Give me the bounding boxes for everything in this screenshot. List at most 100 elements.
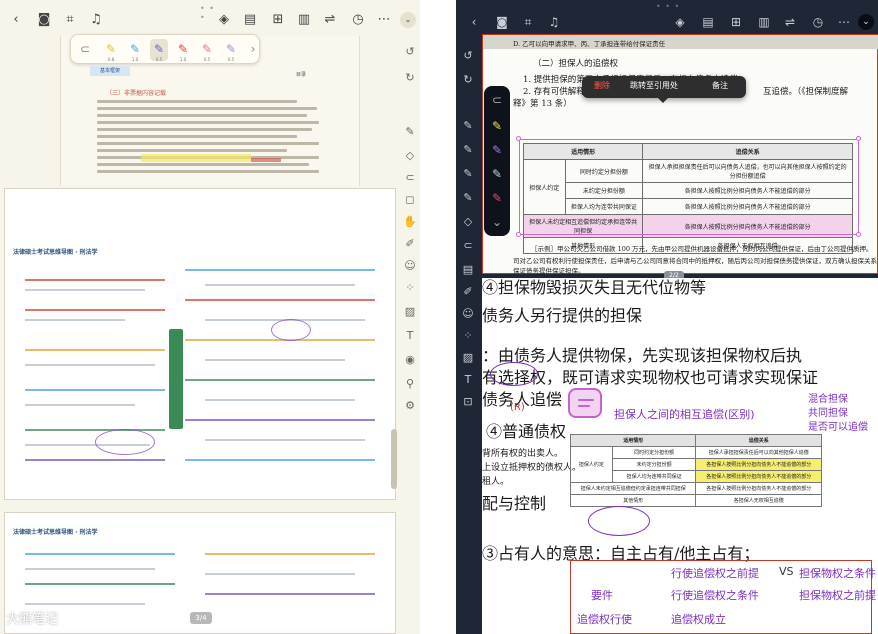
pen-icon[interactable]: ✎ bbox=[460, 190, 476, 206]
pen-lightblue-icon[interactable]: ✎ bbox=[489, 166, 505, 182]
mindmap-center-node bbox=[169, 329, 183, 429]
lasso-icon[interactable]: ⊂ bbox=[460, 238, 476, 254]
grid-icon[interactable]: ⊞ bbox=[728, 14, 744, 30]
selection-handle[interactable] bbox=[516, 232, 521, 237]
layers-icon[interactable]: ◈ bbox=[672, 14, 688, 30]
highlighter-icon[interactable]: ✐ bbox=[460, 284, 476, 300]
note-icon[interactable]: ▤ bbox=[700, 14, 716, 30]
split-icon[interactable]: ▥ bbox=[756, 14, 772, 30]
doc-heading: （三）非票据内容记载 bbox=[106, 90, 167, 97]
highlighter-yellow-icon[interactable]: ✎ bbox=[105, 41, 117, 57]
mindmap-page-1[interactable]: 法律硕士考试思维导图 · 刑法学 bbox=[4, 188, 397, 500]
right-app-pane: • • • ‹ ◙ ⌗ ♫ ◈ ▤ ⊞ ▥ ⇌ ◷ ⋯ ⌄ ↺ ↻ ✎ ✎ ✎ … bbox=[456, 0, 878, 634]
sliders-icon[interactable]: ⇌ bbox=[782, 14, 798, 30]
pen-size-label: 0.5 bbox=[155, 57, 163, 62]
highlighter-yellow-icon[interactable]: ✎ bbox=[489, 118, 505, 134]
context-menu: 删除 跳转至引用处 备注 bbox=[582, 76, 746, 103]
note-icon[interactable]: ▤ bbox=[242, 12, 258, 28]
pen-purple-icon[interactable]: ✎ bbox=[153, 41, 165, 57]
text-box-icon[interactable]: ⊡ bbox=[460, 394, 476, 410]
selection-box[interactable] bbox=[519, 139, 859, 235]
eraser-icon[interactable]: ◇ bbox=[460, 214, 476, 230]
pen-size-label: 0.5 bbox=[227, 57, 235, 62]
pen-icon[interactable]: ✎ bbox=[460, 118, 476, 134]
handwritten-comparison-box: 行使追偿权之前提 VS 担保物权之条件 要件 行使追偿权之条件 担保物权之前提 … bbox=[570, 560, 876, 634]
split-icon[interactable]: ▥ bbox=[296, 12, 312, 28]
redo-icon[interactable]: ↻ bbox=[402, 70, 418, 86]
table-header: 追偿关系 bbox=[695, 434, 822, 447]
redo-icon[interactable]: ↻ bbox=[460, 72, 476, 88]
chevron-right-icon[interactable]: › bbox=[247, 41, 259, 57]
notes-page[interactable]: ④担保物毁损灭失且无代位物等 债务人另行提供的担保 ：由债务人提供物保，先实现该… bbox=[482, 278, 878, 634]
text-icon[interactable]: T bbox=[460, 372, 476, 388]
chevron-down-icon[interactable]: ⌄ bbox=[489, 214, 505, 230]
upper-document-page[interactable]: D. 乙可以向甲请求甲、丙、丁承担连带给付保证责任 （二）担保人的追偿权 1. … bbox=[482, 34, 878, 275]
sliders-icon[interactable]: ⇌ bbox=[322, 12, 338, 28]
eraser-icon[interactable]: ◇ bbox=[402, 148, 418, 164]
more-icon[interactable]: ⋯ bbox=[376, 12, 392, 28]
more-icon[interactable]: ⋯ bbox=[836, 14, 852, 30]
layers-icon[interactable]: ◈ bbox=[216, 12, 232, 28]
note-text: 租人。 bbox=[482, 477, 510, 487]
crop-icon[interactable]: ⌗ bbox=[62, 12, 78, 28]
jump-to-reference-menu-item[interactable]: 跳转至引用处 bbox=[630, 80, 678, 91]
pen-red-icon[interactable]: ✎ bbox=[177, 41, 189, 57]
selection-handle[interactable] bbox=[856, 232, 861, 237]
avatar-icon[interactable]: ⌄ bbox=[400, 12, 416, 28]
timer-icon[interactable]: ◷ bbox=[350, 12, 366, 28]
timer-icon[interactable]: ◷ bbox=[810, 14, 826, 30]
hand-icon[interactable]: ✋ bbox=[402, 214, 418, 230]
pen-lavender-icon[interactable]: ✎ bbox=[225, 41, 237, 57]
mic-icon[interactable]: ♫ bbox=[88, 12, 104, 28]
audio-icon[interactable]: ◉ bbox=[402, 352, 418, 368]
note-icon[interactable]: ▤ bbox=[460, 262, 476, 278]
pasted-recourse-table[interactable]: 适用情形 追偿关系 担保人约定 同时约定分担份额 担保人承担担保责任后可以向其他… bbox=[569, 434, 822, 507]
chevron-left-icon[interactable]: ‹ bbox=[466, 14, 482, 30]
pen-icon[interactable]: ✎ bbox=[460, 166, 476, 182]
undo-icon[interactable]: ↺ bbox=[402, 44, 418, 60]
handwritten-note: 是否可以追偿 bbox=[808, 422, 868, 433]
avatar-icon[interactable]: ⌄ bbox=[858, 14, 874, 30]
text-icon[interactable]: T bbox=[402, 328, 418, 344]
doc-tab[interactable]: 基本框架 bbox=[90, 66, 130, 76]
chevron-left-icon[interactable]: ‹ bbox=[8, 12, 24, 28]
pen-pink-icon[interactable]: ✎ bbox=[201, 41, 213, 57]
undo-icon[interactable]: ↺ bbox=[460, 48, 476, 64]
lasso-icon[interactable]: ⊂ bbox=[79, 41, 91, 57]
note-icon[interactable] bbox=[568, 388, 602, 418]
grid-icon[interactable]: ⊞ bbox=[270, 12, 286, 28]
handwritten-note: 行使追偿权之前提 bbox=[671, 567, 759, 580]
sticker-icon[interactable]: ☺ bbox=[402, 258, 418, 274]
note-text: 背所有权的出卖人。 bbox=[482, 449, 564, 459]
pen-blue-icon[interactable]: ✎ bbox=[129, 41, 141, 57]
camera-icon[interactable]: ◙ bbox=[494, 14, 510, 30]
delete-menu-item[interactable]: 删除 bbox=[594, 80, 610, 91]
highlighter-icon[interactable]: ✐ bbox=[402, 236, 418, 252]
selection-handle[interactable] bbox=[856, 136, 861, 141]
link-icon[interactable]: ⚲ bbox=[402, 376, 418, 392]
scrollbar[interactable] bbox=[391, 429, 397, 489]
camera-icon[interactable]: ◙ bbox=[36, 12, 52, 28]
selection-handle[interactable] bbox=[516, 136, 521, 141]
lasso-icon[interactable]: ⊂ bbox=[402, 170, 418, 186]
pen-purple-icon[interactable]: ✎ bbox=[489, 142, 505, 158]
shape-icon[interactable]: ◻ bbox=[402, 192, 418, 208]
crop-icon[interactable]: ⌗ bbox=[520, 14, 536, 30]
image-icon[interactable]: ▨ bbox=[460, 350, 476, 366]
mic-icon[interactable]: ♫ bbox=[546, 14, 562, 30]
note-text: 债务人另行提供的担保 bbox=[482, 306, 643, 325]
pen-icon[interactable]: ✎ bbox=[402, 124, 418, 140]
image-icon[interactable]: ▨ bbox=[402, 304, 418, 320]
pen-size-label: 0.8 bbox=[107, 57, 115, 62]
divider bbox=[420, 0, 456, 634]
sticker-icon[interactable]: ☺ bbox=[460, 306, 476, 322]
settings-icon[interactable]: ⚙ bbox=[402, 398, 418, 414]
pen-red-icon[interactable]: ✎ bbox=[489, 190, 505, 206]
shapes-icon[interactable]: ⁘ bbox=[460, 328, 476, 344]
pen-size-label: 1.0 bbox=[179, 57, 187, 62]
pen-icon[interactable]: ✎ bbox=[460, 142, 476, 158]
lasso-icon[interactable]: ⊂ bbox=[489, 92, 505, 108]
note-menu-item[interactable]: 备注 bbox=[712, 80, 728, 91]
table-row: 担保人未约定相互追偿但约定承担连带共同担保 各担保人按照比例分担向债务人不能追偿… bbox=[569, 482, 822, 495]
shapes-icon[interactable]: ⁘ bbox=[402, 280, 418, 296]
